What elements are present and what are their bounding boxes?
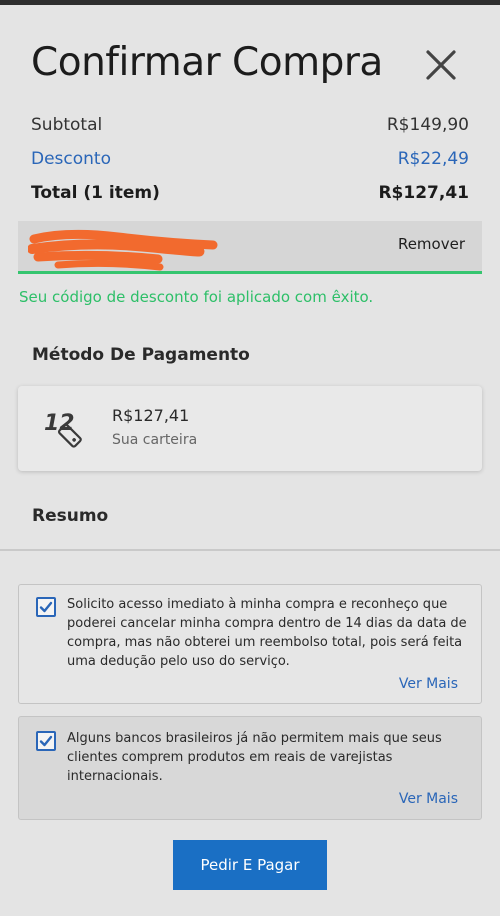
summary-heading: Resumo [32, 506, 109, 526]
consent-text-immediate-access: Solicito acesso imediato à minha compra … [67, 597, 467, 669]
payment-source: Sua carteira [112, 432, 198, 448]
checkmark-icon [39, 601, 53, 613]
payment-amount: R$127,41 [112, 406, 190, 425]
promo-code-bar: Remover [18, 221, 482, 274]
consent-checkbox-immediate-access[interactable] [36, 597, 56, 617]
page-title: Confirmar Compra [31, 40, 383, 85]
remove-code-button[interactable]: Remover [398, 235, 465, 253]
discount-value: R$22,49 [397, 149, 469, 169]
discount-success-message: Seu código de desconto foi aplicado com … [19, 288, 374, 306]
consent-checkbox-banks[interactable] [36, 731, 56, 751]
payment-method-card[interactable]: 12 R$127,41 Sua carteira [18, 386, 482, 471]
total-row: Total (1 item) R$127,41 [31, 183, 469, 203]
order-and-pay-button[interactable]: Pedir E Pagar [173, 840, 327, 890]
subtotal-value: R$149,90 [386, 115, 469, 135]
status-bar [0, 0, 500, 5]
checkmark-icon [39, 735, 53, 747]
see-more-link[interactable]: Ver Mais [399, 791, 458, 807]
total-value: R$127,41 [378, 183, 469, 203]
close-button[interactable] [420, 44, 462, 86]
consent-box-immediate-access: Solicito acesso imediato à minha compra … [18, 584, 482, 704]
total-label: Total (1 item) [31, 183, 160, 203]
close-icon [426, 50, 456, 80]
discount-label: Desconto [31, 149, 111, 169]
wallet-funds-icon: 12 [44, 411, 82, 448]
subtotal-row: Subtotal R$149,90 [31, 115, 469, 135]
consent-text-banks: Alguns bancos brasileiros já não permite… [67, 731, 442, 784]
subtotal-label: Subtotal [31, 115, 103, 135]
discount-row: Desconto R$22,49 [31, 149, 469, 169]
see-more-link[interactable]: Ver Mais [399, 676, 458, 692]
consent-box-banks: Alguns bancos brasileiros já não permite… [18, 716, 482, 820]
section-divider [0, 549, 500, 551]
payment-method-heading: Método De Pagamento [32, 345, 250, 365]
redaction-scribble [28, 229, 218, 271]
